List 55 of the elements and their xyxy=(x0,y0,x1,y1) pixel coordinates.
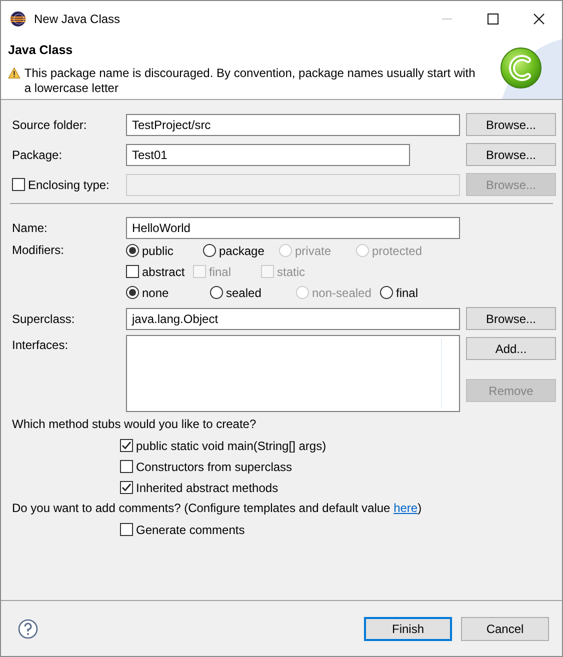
field-label: Package: xyxy=(12,148,64,162)
close-icon[interactable] xyxy=(533,13,545,25)
input-field[interactable]: Test01 xyxy=(126,144,410,166)
checkbox[interactable] xyxy=(120,523,133,536)
option-label: static xyxy=(277,264,306,278)
warning-icon xyxy=(8,66,20,80)
option-label: final xyxy=(396,286,418,300)
app-icon xyxy=(10,11,26,27)
field-label: Name: xyxy=(12,221,48,235)
interfaces-list[interactable] xyxy=(126,335,460,412)
page-title: Java Class xyxy=(8,43,73,57)
field-label: Enclosing type: xyxy=(28,178,110,192)
templates-link[interactable]: here xyxy=(394,501,418,515)
option-label: Constructors from superclass xyxy=(136,460,292,474)
option-label: Inherited abstract methods xyxy=(136,480,278,494)
option-label: sealed xyxy=(226,286,262,300)
button[interactable]: Browse... xyxy=(466,307,556,330)
field-label: Interfaces: xyxy=(12,337,70,352)
maximize-icon[interactable] xyxy=(487,13,499,25)
radio-button[interactable] xyxy=(210,286,223,299)
option-label: private xyxy=(295,244,332,258)
option-label: public xyxy=(142,244,174,258)
field-label: Superclass: xyxy=(12,312,76,326)
button[interactable]: Cancel xyxy=(461,616,549,640)
help-icon[interactable] xyxy=(18,618,38,638)
checkbox[interactable] xyxy=(126,265,139,278)
button[interactable]: Finish xyxy=(364,616,452,640)
checkbox[interactable] xyxy=(120,460,133,473)
radio-button[interactable] xyxy=(203,244,216,257)
button[interactable]: Add... xyxy=(466,337,556,360)
option-label: none xyxy=(142,286,169,300)
window-title: New Java Class xyxy=(34,12,120,26)
input-field[interactable]: TestProject/src xyxy=(126,114,460,136)
radio-button[interactable] xyxy=(380,286,393,299)
option-label: protected xyxy=(372,244,422,258)
option-label: package xyxy=(219,244,264,258)
warning-message: This package name is discouraged. By convention, package names usually start with a lowercase letter xyxy=(24,66,476,96)
button[interactable]: Browse... xyxy=(466,113,556,136)
question-text: Do you want to add comments? (Configure templates and default value here) xyxy=(12,500,423,517)
option-label: public static void main(String[] args) xyxy=(136,438,326,452)
button[interactable]: Browse... xyxy=(466,143,556,166)
option-label: final xyxy=(209,264,232,278)
field-label: Modifiers: xyxy=(12,242,66,257)
input-field[interactable]: java.lang.Object xyxy=(126,308,460,330)
radio-button[interactable] xyxy=(126,244,139,257)
question-text: Which method stubs would you like to create? xyxy=(12,416,258,433)
checkbox[interactable] xyxy=(120,481,133,494)
input-field[interactable]: HelloWorld xyxy=(126,217,460,239)
option-label: non-sealed xyxy=(312,286,372,300)
option-label: Generate comments xyxy=(136,522,245,536)
field-label: Source folder: xyxy=(12,118,88,132)
option-label: abstract xyxy=(142,264,185,278)
class-logo-icon xyxy=(500,47,542,89)
checkbox[interactable] xyxy=(120,439,133,452)
radio-button[interactable] xyxy=(126,286,139,299)
